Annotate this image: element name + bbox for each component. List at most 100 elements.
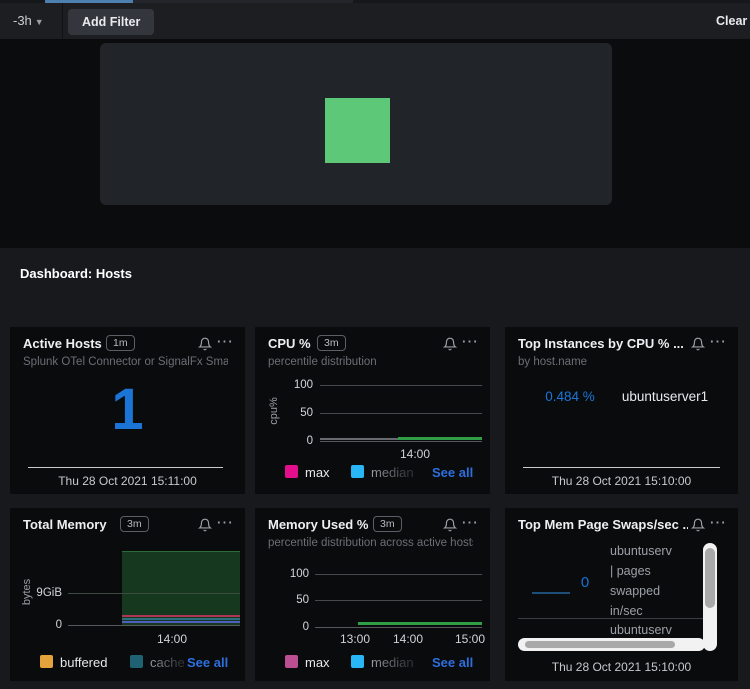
y-tick: 100 xyxy=(275,379,313,391)
y-tick: 50 xyxy=(271,594,309,606)
resolution-badge: 1m xyxy=(106,335,135,351)
sparkline xyxy=(532,592,570,594)
overflow-menu-icon[interactable]: ⋯ xyxy=(216,332,234,352)
x-tick: 14:00 xyxy=(147,632,197,646)
cpu-value: 0.484 % xyxy=(525,389,615,404)
gridline-9gib xyxy=(68,593,240,594)
card-total-memory: Total Memory 3m ⋯ bytes 9GiB 0 14:00 buf… xyxy=(10,508,245,681)
timestamp: Thu 28 Oct 2021 15:11:00 xyxy=(10,474,245,488)
y-tick: 100 xyxy=(271,568,309,580)
toolbar-divider xyxy=(62,3,63,39)
add-filter-button[interactable]: Add Filter xyxy=(68,9,154,35)
card-subtitle: percentile distribution xyxy=(268,356,377,368)
metric-label-line: | pages xyxy=(610,564,702,578)
legend-row: buffered cached See all xyxy=(10,655,245,671)
card-title: CPU % xyxy=(268,336,311,351)
x-tick: 14:00 xyxy=(383,632,433,646)
legend-swatch-buffered[interactable] xyxy=(40,655,53,668)
series-line-green xyxy=(398,437,482,440)
x-tick: 13:00 xyxy=(330,632,380,646)
horizontal-scrollbar-thumb[interactable] xyxy=(525,641,675,648)
series-line-older xyxy=(320,438,398,440)
memory-chart-plot[interactable]: bytes 9GiB 0 14:00 xyxy=(10,538,245,648)
card-title: Active Hosts xyxy=(23,336,102,351)
legend-label-median[interactable]: median xyxy=(371,655,414,670)
overflow-menu-icon[interactable]: ⋯ xyxy=(709,332,727,352)
metric-label-line: in/sec xyxy=(610,604,702,618)
swaps-value: 0 xyxy=(573,574,597,591)
card-divider xyxy=(28,467,223,468)
card-subtitle: percentile distribution across active ho… xyxy=(268,537,473,549)
series-line-green xyxy=(358,622,482,625)
heatmap-panel xyxy=(100,43,612,205)
heatmap-region xyxy=(0,40,750,248)
metric-label-line: ubuntuserv xyxy=(610,623,702,637)
card-divider xyxy=(523,467,720,468)
band-used xyxy=(122,615,240,617)
alert-bell-icon[interactable] xyxy=(198,518,212,532)
see-all-link[interactable]: See all xyxy=(187,655,228,670)
y-tick: 0 xyxy=(275,435,313,447)
card-active-hosts: Active Hosts 1m ⋯ Splunk OTel Connector … xyxy=(10,327,245,494)
cpu-chart-plot[interactable]: cpu% 100 50 0 14:00 xyxy=(255,372,490,462)
legend-label-median[interactable]: median xyxy=(371,465,414,480)
dashboard-title: Dashboard: Hosts xyxy=(20,266,132,281)
card-memory-used: Memory Used % 3m ⋯ percentile distributi… xyxy=(255,508,490,681)
legend-label-buffered[interactable]: buffered xyxy=(60,655,107,670)
gridline-50 xyxy=(320,413,482,414)
gridline-100 xyxy=(315,574,482,575)
legend-label-cached[interactable]: cached xyxy=(150,655,184,670)
instance-row[interactable]: 0.484 % ubuntuserver1 xyxy=(505,389,738,407)
gridline-0 xyxy=(315,627,482,628)
see-all-link[interactable]: See all xyxy=(432,465,473,480)
overflow-menu-icon[interactable]: ⋯ xyxy=(461,332,479,352)
metric-label-line: ubuntuserv xyxy=(610,544,702,558)
legend-row: max median See all xyxy=(255,655,490,671)
legend-swatch-median[interactable] xyxy=(351,465,364,478)
row-divider xyxy=(518,618,705,619)
legend-label-max[interactable]: max xyxy=(305,655,330,670)
swaps-scroll-area[interactable]: 0 ubuntuserv | pages swapped in/sec ubun… xyxy=(505,508,738,651)
card-title: Total Memory xyxy=(23,517,107,532)
heatmap-cell[interactable] xyxy=(325,98,390,163)
legend-swatch-median[interactable] xyxy=(351,655,364,668)
vertical-scrollbar[interactable] xyxy=(703,543,717,651)
alert-bell-icon[interactable] xyxy=(198,337,212,351)
clear-all-button[interactable]: Clear xyxy=(716,14,747,28)
card-title: Top Instances by CPU % ... xyxy=(518,336,683,351)
gridline-0 xyxy=(320,441,482,442)
alert-bell-icon[interactable] xyxy=(443,337,457,351)
time-range-dropdown[interactable]: -3h▼ xyxy=(13,13,44,28)
x-tick: 14:00 xyxy=(390,447,440,461)
legend-swatch-cached[interactable] xyxy=(130,655,143,668)
see-all-link[interactable]: See all xyxy=(432,655,473,670)
gridline-100 xyxy=(320,385,482,386)
legend-label-max[interactable]: max xyxy=(305,465,330,480)
overflow-menu-icon[interactable]: ⋯ xyxy=(216,513,234,533)
memused-chart-plot[interactable]: 100 50 0 13:00 14:00 15:00 xyxy=(255,560,490,648)
legend-swatch-max[interactable] xyxy=(285,465,298,478)
y-tick: 0 xyxy=(24,619,62,631)
x-tick: 15:00 xyxy=(445,632,495,646)
overflow-menu-icon[interactable]: ⋯ xyxy=(461,513,479,533)
card-cpu-percent: CPU % 3m ⋯ percentile distribution cpu% … xyxy=(255,327,490,494)
active-hosts-value: 1 xyxy=(10,377,245,443)
y-tick: 9GiB xyxy=(24,587,62,599)
horizontal-scrollbar[interactable] xyxy=(518,638,705,651)
gridline-0 xyxy=(68,625,240,626)
resolution-badge: 3m xyxy=(317,335,346,351)
card-title: Memory Used % xyxy=(268,517,368,532)
card-subtitle: by host.name xyxy=(518,356,587,368)
alert-bell-icon[interactable] xyxy=(691,337,705,351)
alert-bell-icon[interactable] xyxy=(443,518,457,532)
dashboard-section: Dashboard: Hosts Active Hosts 1m ⋯ Splun… xyxy=(0,248,750,689)
host-name: ubuntuserver1 xyxy=(610,389,720,404)
filter-toolbar: -3h▼ Add Filter Clear xyxy=(0,3,750,40)
y-tick: 0 xyxy=(271,621,309,633)
resolution-badge: 3m xyxy=(120,516,149,532)
timestamp: Thu 28 Oct 2021 15:10:00 xyxy=(505,660,738,674)
metric-label-line: swapped xyxy=(610,584,702,598)
legend-swatch-max[interactable] xyxy=(285,655,298,668)
vertical-scrollbar-thumb[interactable] xyxy=(705,548,715,608)
card-top-instances-cpu: Top Instances by CPU % ... ⋯ by host.nam… xyxy=(505,327,738,494)
